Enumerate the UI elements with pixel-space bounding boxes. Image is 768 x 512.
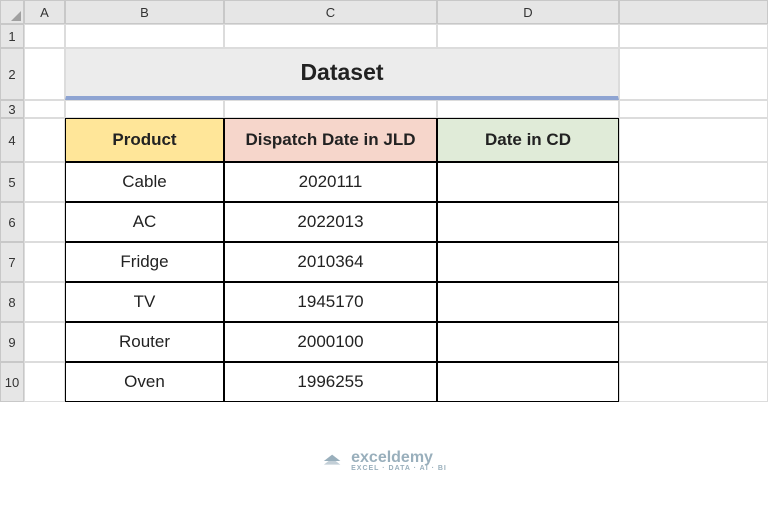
- col-header-C[interactable]: C: [224, 0, 437, 24]
- cell[interactable]: [619, 48, 768, 100]
- cell[interactable]: [24, 362, 65, 402]
- cell[interactable]: [24, 48, 65, 100]
- dataset-title: Dataset: [65, 48, 619, 100]
- exceldemy-icon: [321, 452, 343, 470]
- row-header-7[interactable]: 7: [0, 242, 24, 282]
- cell[interactable]: [619, 162, 768, 202]
- watermark-logo: exceldemy EXCEL · DATA · AI · BI: [321, 449, 447, 472]
- header-dispatch: Dispatch Date in JLD: [224, 118, 437, 162]
- row-header-5[interactable]: 5: [0, 162, 24, 202]
- cell[interactable]: [24, 202, 65, 242]
- cell-dispatch[interactable]: 2010364: [224, 242, 437, 282]
- cell-product[interactable]: AC: [65, 202, 224, 242]
- cell-dispatch[interactable]: 2022013: [224, 202, 437, 242]
- cell[interactable]: [224, 100, 437, 118]
- cell[interactable]: [619, 242, 768, 282]
- cell-dispatch[interactable]: 1945170: [224, 282, 437, 322]
- cell[interactable]: [24, 282, 65, 322]
- cell-product[interactable]: Fridge: [65, 242, 224, 282]
- cell[interactable]: [24, 162, 65, 202]
- cell[interactable]: [24, 322, 65, 362]
- spreadsheet-grid: A B C D 1 2 3 4 5 6 7 8 9 10 Dataset Pro…: [0, 0, 768, 402]
- col-header-B[interactable]: B: [65, 0, 224, 24]
- cell-datecd[interactable]: [437, 322, 619, 362]
- cell[interactable]: [619, 282, 768, 322]
- cell[interactable]: [24, 242, 65, 282]
- row-header-9[interactable]: 9: [0, 322, 24, 362]
- col-header-D[interactable]: D: [437, 0, 619, 24]
- watermark-subtitle: EXCEL · DATA · AI · BI: [351, 465, 447, 472]
- row-header-8[interactable]: 8: [0, 282, 24, 322]
- cell-datecd[interactable]: [437, 242, 619, 282]
- row-header-1[interactable]: 1: [0, 24, 24, 48]
- header-product: Product: [65, 118, 224, 162]
- cell-product[interactable]: Cable: [65, 162, 224, 202]
- cell[interactable]: [619, 362, 768, 402]
- cell-datecd[interactable]: [437, 202, 619, 242]
- cell[interactable]: [619, 322, 768, 362]
- cell[interactable]: [619, 202, 768, 242]
- cell[interactable]: [65, 100, 224, 118]
- cell[interactable]: [24, 100, 65, 118]
- select-all-corner[interactable]: [0, 0, 24, 24]
- cell-product[interactable]: TV: [65, 282, 224, 322]
- cell[interactable]: [619, 118, 768, 162]
- header-datecd: Date in CD: [437, 118, 619, 162]
- col-header-A[interactable]: A: [24, 0, 65, 24]
- row-header-3[interactable]: 3: [0, 100, 24, 118]
- cell-datecd[interactable]: [437, 162, 619, 202]
- cell-dispatch[interactable]: 2020111: [224, 162, 437, 202]
- row-header-6[interactable]: 6: [0, 202, 24, 242]
- cell-dispatch[interactable]: 1996255: [224, 362, 437, 402]
- cell[interactable]: [437, 24, 619, 48]
- cell-datecd[interactable]: [437, 282, 619, 322]
- cell[interactable]: [24, 24, 65, 48]
- row-header-10[interactable]: 10: [0, 362, 24, 402]
- cell[interactable]: [437, 100, 619, 118]
- cell[interactable]: [619, 24, 768, 48]
- col-header-extra[interactable]: [619, 0, 768, 24]
- cell[interactable]: [65, 24, 224, 48]
- cell-dispatch[interactable]: 2000100: [224, 322, 437, 362]
- row-header-2[interactable]: 2: [0, 48, 24, 100]
- row-header-4[interactable]: 4: [0, 118, 24, 162]
- cell[interactable]: [24, 118, 65, 162]
- cell-datecd[interactable]: [437, 362, 619, 402]
- cell[interactable]: [224, 24, 437, 48]
- cell-product[interactable]: Oven: [65, 362, 224, 402]
- cell-product[interactable]: Router: [65, 322, 224, 362]
- cell[interactable]: [619, 100, 768, 118]
